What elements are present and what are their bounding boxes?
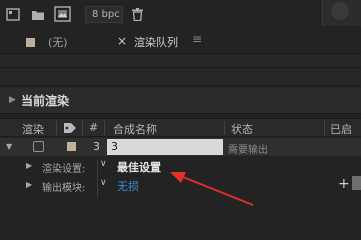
add-output-module-button[interactable]: + (338, 176, 350, 192)
trash-icon[interactable] (131, 8, 144, 21)
panel-tab-bar: (无) × 渲染队列 ≡ (0, 30, 361, 54)
label-color-icon[interactable] (67, 142, 76, 151)
folder-icon[interactable] (31, 8, 45, 21)
remove-output-module-button[interactable] (352, 176, 361, 190)
dropdown-chevron-icon[interactable]: ∨ (100, 159, 107, 169)
top-toolbar: 8 bpc (0, 0, 361, 30)
output-module-value[interactable]: 无损 (117, 178, 139, 194)
output-module-row: ▶ 输出模块: ∨ 无损 (0, 176, 361, 195)
item-status: 需要输出 (228, 145, 268, 156)
footage-icon[interactable] (54, 6, 71, 22)
render-settings-value[interactable]: 最佳设置 (117, 159, 161, 175)
table-header: 渲染 # 合成名称 状态 已启动 (0, 118, 361, 152)
render-settings-label: 渲染设置: (42, 164, 86, 175)
column-divider (56, 121, 57, 135)
render-queue-icon[interactable] (6, 8, 20, 21)
panel-spacer (0, 55, 361, 68)
column-divider (324, 121, 325, 135)
close-tab-icon[interactable]: × (117, 34, 127, 48)
comp-name: 3 (111, 140, 118, 153)
tab-none[interactable]: (无) (48, 34, 68, 50)
expand-arrow-icon[interactable]: ▶ (26, 161, 32, 170)
render-queue-item[interactable]: ▼ 3 3 需要输出 (0, 138, 361, 157)
column-divider (82, 121, 83, 135)
tab-label: 渲染队列 (134, 36, 178, 49)
output-module-label: 输出模块: (42, 183, 86, 194)
render-settings-row: ▶ 渲染设置: ∨ 最佳设置 (0, 157, 361, 176)
bit-depth-button[interactable]: 8 bpc (85, 6, 123, 23)
render-checkbox[interactable] (33, 141, 44, 152)
column-render[interactable]: 渲染 (22, 121, 44, 137)
dropdown-chevron-icon[interactable]: ∨ (100, 178, 107, 188)
column-number[interactable]: # (89, 121, 98, 134)
current-render-section[interactable]: ▶ 当前渲染 (0, 88, 361, 114)
tab-render-queue[interactable]: × 渲染队列 ≡ (112, 30, 320, 54)
top-right-button[interactable] (331, 2, 349, 20)
expand-arrow-icon[interactable]: ▶ (9, 95, 16, 105)
expand-arrow-icon[interactable]: ▶ (26, 180, 32, 189)
label-swatch-icon (26, 38, 35, 47)
label-tag-icon[interactable] (63, 122, 77, 134)
column-comp-name[interactable]: 合成名称 (113, 121, 157, 137)
section-title: 当前渲染 (21, 94, 70, 108)
column-divider (224, 121, 225, 135)
column-status[interactable]: 状态 (231, 121, 253, 137)
column-divider (104, 121, 105, 135)
panel-spacer (0, 68, 361, 86)
collapse-triangle-icon[interactable]: ▼ (6, 142, 12, 151)
comp-name-cell[interactable]: 3 (107, 139, 223, 155)
item-number: 3 (93, 140, 100, 153)
menu-icon[interactable]: ≡ (192, 32, 202, 46)
